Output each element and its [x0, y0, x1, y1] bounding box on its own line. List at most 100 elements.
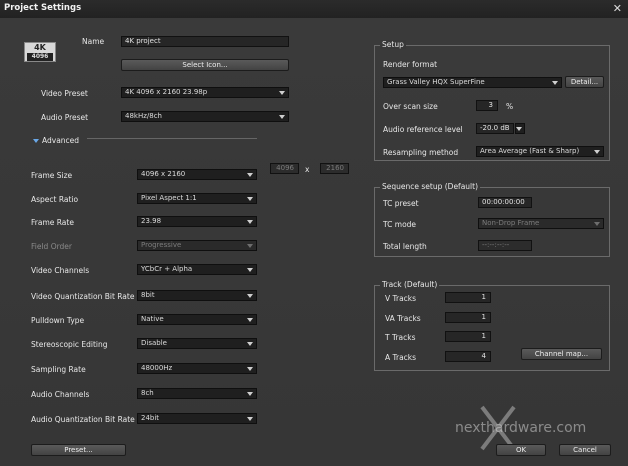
chevron-down-icon	[279, 91, 285, 95]
chevron-down-icon	[247, 318, 253, 322]
ok-button[interactable]: OK	[496, 444, 546, 456]
audio-reference-input[interactable]: -20.0 dB	[476, 123, 514, 134]
field-dropdown[interactable]: 48000Hz	[137, 363, 257, 374]
overscan-input[interactable]: 3	[476, 100, 498, 111]
track-count-input[interactable]: 1	[445, 312, 491, 323]
chevron-down-icon	[247, 367, 253, 371]
detail-button[interactable]: Detail...	[565, 76, 604, 88]
chevron-down-icon	[594, 222, 600, 226]
tc-mode-label: TC mode	[383, 220, 417, 229]
video-preset-label: Video Preset	[41, 89, 88, 98]
render-format-dropdown[interactable]: Grass Valley HQX SuperFine	[383, 77, 562, 88]
track-count-input[interactable]: 1	[445, 331, 491, 342]
frame-width-input[interactable]: 4096	[270, 163, 299, 174]
field-value: 23.98	[141, 217, 162, 225]
sequence-group-title: Sequence setup (Default)	[380, 182, 480, 191]
field-dropdown[interactable]: 8bit	[137, 290, 257, 301]
resampling-dropdown[interactable]: Area Average (Fast & Sharp)	[476, 146, 604, 157]
render-format-label: Render format	[383, 60, 438, 69]
field-dropdown[interactable]: Pixel Aspect 1:1	[137, 193, 257, 204]
field-dropdown[interactable]: 24bit	[137, 413, 257, 424]
video-preset-dropdown[interactable]: 4K 4096 x 2160 23.98p	[121, 87, 289, 98]
field-label: Video Quantization Bit Rate	[31, 292, 135, 301]
name-input[interactable]: 4K project	[121, 36, 289, 47]
chevron-down-icon	[279, 115, 285, 119]
tc-mode-dropdown[interactable]: Non-Drop Frame	[478, 218, 604, 229]
audio-reference-dropdown[interactable]	[515, 123, 525, 134]
tc-mode-value: Non-Drop Frame	[482, 219, 540, 227]
collapse-arrow-icon[interactable]	[33, 139, 39, 143]
chevron-down-icon	[247, 417, 253, 421]
render-format-value: Grass Valley HQX SuperFine	[387, 78, 485, 86]
resampling-label: Resampling method	[383, 148, 459, 157]
close-icon[interactable]: ✕	[613, 2, 622, 15]
total-length-label: Total length	[383, 242, 427, 251]
field-label: Frame Rate	[31, 218, 74, 227]
track-label: V Tracks	[385, 294, 417, 303]
title-bar: Project Settings ✕	[0, 0, 628, 19]
field-dropdown[interactable]: Disable	[137, 338, 257, 349]
tc-preset-input[interactable]: 00:00:00:00	[478, 197, 532, 208]
field-label: Field Order	[31, 242, 73, 251]
preset-button[interactable]: Preset...	[31, 444, 126, 456]
field-label: Frame Size	[31, 171, 73, 180]
chevron-down-icon	[516, 127, 522, 131]
track-count-input[interactable]: 4	[445, 351, 491, 362]
field-value: 8bit	[141, 291, 155, 299]
resampling-value: Area Average (Fast & Sharp)	[480, 147, 580, 155]
field-value: 4096 x 2160	[141, 170, 186, 178]
project-icon: 4K 4096	[24, 42, 56, 62]
tc-preset-label: TC preset	[383, 199, 419, 208]
chevron-down-icon	[247, 268, 253, 272]
chevron-down-icon	[247, 197, 253, 201]
track-group-title: Track (Default)	[380, 280, 440, 289]
track-label: A Tracks	[385, 353, 417, 362]
window-title: Project Settings	[4, 3, 82, 13]
field-value: 24bit	[141, 414, 160, 422]
track-label: VA Tracks	[385, 314, 421, 323]
field-label: Aspect Ratio	[31, 195, 79, 204]
advanced-toggle[interactable]: Advanced	[42, 136, 79, 145]
frame-size-x: x	[305, 165, 310, 174]
field-value: Pixel Aspect 1:1	[141, 194, 197, 202]
overscan-label: Over scan size	[383, 102, 438, 111]
field-dropdown[interactable]: 23.98	[137, 216, 257, 227]
field-dropdown[interactable]: Progressive	[137, 240, 257, 251]
field-dropdown[interactable]: 8ch	[137, 388, 257, 399]
field-value: Native	[141, 315, 164, 323]
chevron-down-icon	[247, 294, 253, 298]
audio-preset-dropdown[interactable]: 48kHz/8ch	[121, 111, 289, 122]
field-value: 8ch	[141, 389, 154, 397]
project-icon-line1: 4K	[34, 43, 46, 52]
audio-reference-label: Audio reference level	[383, 125, 463, 134]
field-dropdown[interactable]: YCbCr + Alpha	[137, 264, 257, 275]
select-icon-button[interactable]: Select Icon...	[121, 59, 289, 71]
field-label: Stereoscopic Editing	[31, 340, 108, 349]
chevron-down-icon	[247, 220, 253, 224]
chevron-down-icon	[247, 173, 253, 177]
field-dropdown[interactable]: Native	[137, 314, 257, 325]
field-label: Audio Channels	[31, 390, 90, 399]
cancel-button[interactable]: Cancel	[559, 444, 611, 456]
field-value: Progressive	[141, 241, 182, 249]
channel-map-button[interactable]: Channel map...	[521, 348, 602, 360]
chevron-down-icon	[594, 150, 600, 154]
field-value: Disable	[141, 339, 167, 347]
project-icon-line2: 4096	[27, 53, 53, 61]
field-label: Sampling Rate	[31, 365, 86, 374]
audio-preset-value: 48kHz/8ch	[125, 112, 162, 120]
track-label: T Tracks	[385, 333, 416, 342]
audio-preset-label: Audio Preset	[41, 113, 89, 122]
track-count-input[interactable]: 1	[445, 292, 491, 303]
chevron-down-icon	[552, 81, 558, 85]
watermark: nexthardware.com	[455, 420, 587, 436]
setup-group-title: Setup	[380, 40, 406, 49]
video-preset-value: 4K 4096 x 2160 23.98p	[125, 88, 208, 96]
overscan-unit: %	[506, 102, 514, 111]
name-label: Name	[82, 37, 105, 46]
chevron-down-icon	[247, 392, 253, 396]
frame-height-input[interactable]: 2160	[320, 163, 349, 174]
chevron-down-icon	[247, 244, 253, 248]
total-length-input: --:--:--:--	[478, 240, 532, 251]
field-dropdown[interactable]: 4096 x 2160	[137, 169, 257, 180]
